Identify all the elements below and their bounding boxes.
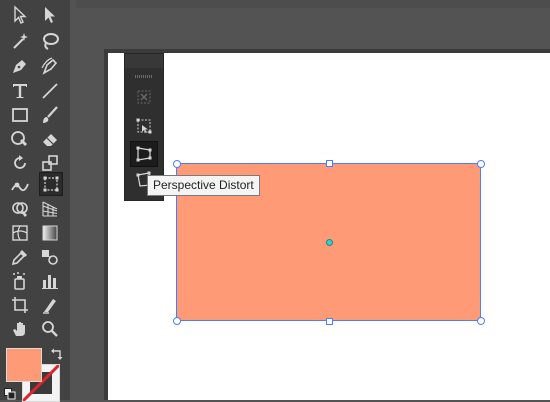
free-transform-icon[interactable] — [39, 172, 63, 196]
direct-selection-icon[interactable] — [39, 4, 61, 26]
eyedropper-icon[interactable] — [9, 246, 31, 268]
warp-icon[interactable] — [9, 175, 31, 197]
scale-icon[interactable] — [39, 152, 61, 174]
column-graph-icon[interactable] — [39, 270, 61, 292]
rotate-icon[interactable] — [9, 152, 31, 174]
type-icon[interactable] — [9, 80, 31, 102]
side-handle-bottom[interactable] — [326, 318, 333, 325]
lasso-icon[interactable] — [39, 30, 61, 52]
symbol-sprayer-icon[interactable] — [9, 270, 31, 292]
mesh-icon[interactable] — [9, 222, 31, 244]
tools-panel — [0, 0, 70, 402]
blend-icon[interactable] — [39, 246, 61, 268]
tooltip: Perspective Distort — [147, 175, 260, 196]
document-tab-strip — [76, 0, 550, 8]
center-point — [326, 239, 333, 246]
corner-handle-top-right[interactable] — [477, 160, 485, 168]
perspective-distort-icon[interactable] — [130, 141, 158, 167]
fill-color-swatch[interactable] — [6, 348, 42, 382]
zoom-icon[interactable] — [39, 318, 61, 340]
paintbrush-icon[interactable] — [39, 104, 61, 126]
eraser-icon[interactable] — [39, 128, 61, 150]
artboard-icon[interactable] — [9, 294, 31, 316]
hand-icon[interactable] — [9, 318, 31, 340]
curvature-icon[interactable] — [39, 55, 61, 77]
rectangle-icon[interactable] — [9, 104, 31, 126]
line-segment-icon[interactable] — [39, 80, 61, 102]
shape-builder-icon[interactable] — [9, 198, 31, 220]
corner-handle-bottom-left[interactable] — [173, 317, 181, 325]
magic-wand-icon[interactable] — [9, 30, 31, 52]
side-handle-top[interactable] — [326, 160, 333, 167]
shaper-icon[interactable] — [9, 128, 31, 150]
swap-colors-icon[interactable] — [50, 347, 64, 361]
perspective-grid-icon[interactable] — [39, 198, 61, 220]
constrain-icon[interactable] — [131, 85, 157, 109]
flyout-header[interactable] — [125, 54, 163, 68]
gradient-icon[interactable] — [39, 222, 61, 244]
corner-handle-bottom-right[interactable] — [477, 317, 485, 325]
slice-icon[interactable] — [39, 294, 61, 316]
selection-icon[interactable] — [9, 4, 31, 26]
pen-icon[interactable] — [9, 55, 31, 77]
corner-handle-top-left[interactable] — [173, 160, 181, 168]
free-transform-icon[interactable] — [131, 114, 157, 138]
default-colors-icon[interactable] — [4, 388, 16, 400]
flyout-grip[interactable] — [135, 75, 153, 78]
